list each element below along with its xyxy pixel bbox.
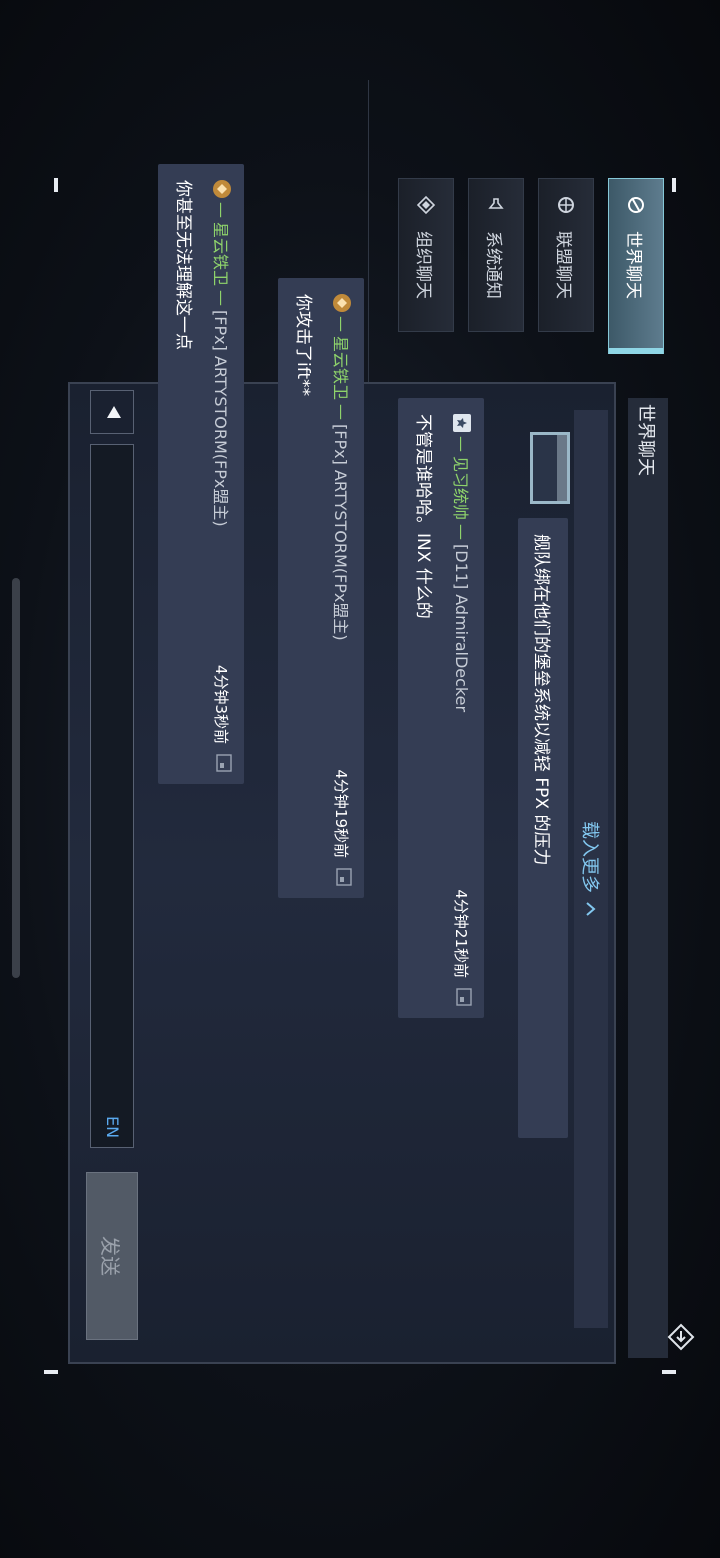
tab-world-chat[interactable]: 世界聊天 (608, 178, 664, 354)
tab-label: 世界聊天 (623, 231, 644, 299)
scroll-handle[interactable] (12, 578, 20, 978)
message-time: 4分钟3秒前 (212, 664, 230, 744)
speaker-icon (486, 195, 506, 215)
tab-label: 联盟聊天 (553, 231, 574, 299)
emoji-toggle-button[interactable] (90, 390, 134, 434)
chat-message: — 星云铁卫 — [FPx] ARTYSTORM(FPx盟主) 你攻击了ift*… (278, 278, 364, 898)
avatar[interactable] (530, 432, 570, 504)
chevron-up-icon (581, 901, 602, 917)
message-header: — 星云铁卫 — [FPx] ARTYSTORM(FPx盟主) (330, 294, 354, 641)
tab-label: 组织聊天 (413, 231, 434, 299)
triangle-icon (100, 402, 124, 422)
send-button[interactable]: 发送 (86, 1172, 138, 1340)
send-label: 发送 (98, 1236, 123, 1276)
frame-corner (54, 178, 58, 192)
alliance-globe-icon (556, 195, 576, 215)
rank-badge-icon (333, 294, 351, 312)
channel-title: 世界聊天 (635, 404, 656, 476)
player-name[interactable]: [FPx] ARTYSTORM(FPx盟主) (210, 310, 234, 527)
message-header: — 星云铁卫 — [FPx] ARTYSTORM(FPx盟主) (210, 180, 234, 527)
globe-chat-icon (626, 195, 646, 215)
frame-corner (672, 178, 676, 192)
channel-tabs: 世界聊天 联盟聊天 系统通知 组织聊天 (394, 178, 664, 354)
organization-icon (416, 195, 436, 215)
chat-message: — 星云铁卫 — [FPx] ARTYSTORM(FPx盟主) 你甚至无法理解这… (158, 164, 244, 784)
message-text: 你甚至无法理解这一点 (173, 180, 193, 350)
copy-icon[interactable] (336, 868, 352, 886)
landscape-stage: 世界聊天 联盟聊天 系统通知 组织聊天 世界聊天 载入更多 舰队绑在他们的堡垒系… (0, 0, 720, 1558)
tab-label: 系统通知 (483, 231, 504, 299)
input-language-toggle[interactable]: EN (103, 1116, 122, 1138)
chat-input[interactable] (90, 444, 134, 1148)
tab-alliance-chat[interactable]: 联盟聊天 (538, 178, 594, 332)
tab-system-notice[interactable]: 系统通知 (468, 178, 524, 332)
message-text: 不管是谁哈哈。INX 什么的 (413, 414, 433, 619)
copy-icon[interactable] (456, 988, 472, 1006)
message-time: 4分钟21秒前 (452, 889, 470, 978)
message-header: — 见习统帅 — [D11] AdmiralDecker (450, 414, 474, 712)
message-text: 舰队绑在他们的堡垒系统以减轻 FPX 的压力 (531, 534, 551, 866)
frame-corner (662, 1370, 676, 1374)
exit-icon[interactable] (666, 1322, 696, 1352)
rank-name: 见习统帅 (451, 456, 470, 521)
message-time: 4分钟19秒前 (332, 769, 350, 858)
channel-title-bar: 世界聊天 (628, 398, 668, 1358)
rank-name: 星云铁卫 (331, 336, 350, 401)
load-more-label: 载入更多 (579, 821, 600, 893)
chat-message: 舰队绑在他们的堡垒系统以减轻 FPX 的压力 (518, 518, 568, 1138)
frame-corner (44, 1370, 58, 1374)
rank-badge-icon (213, 180, 231, 198)
rank-name: 星云铁卫 (211, 222, 230, 287)
player-name[interactable]: [D11] AdmiralDecker (453, 544, 472, 712)
message-text: 你攻击了ift** (293, 294, 313, 397)
copy-icon[interactable] (216, 754, 232, 772)
load-more-bar[interactable]: 载入更多 (574, 410, 608, 1328)
player-name[interactable]: [FPx] ARTYSTORM(FPx盟主) (330, 424, 354, 641)
rank-badge-icon (453, 414, 471, 432)
chat-message: — 见习统帅 — [D11] AdmiralDecker 不管是谁哈哈。INX … (398, 398, 484, 1018)
load-more-button[interactable]: 载入更多 (574, 410, 608, 1328)
tab-organization-chat[interactable]: 组织聊天 (398, 178, 454, 332)
